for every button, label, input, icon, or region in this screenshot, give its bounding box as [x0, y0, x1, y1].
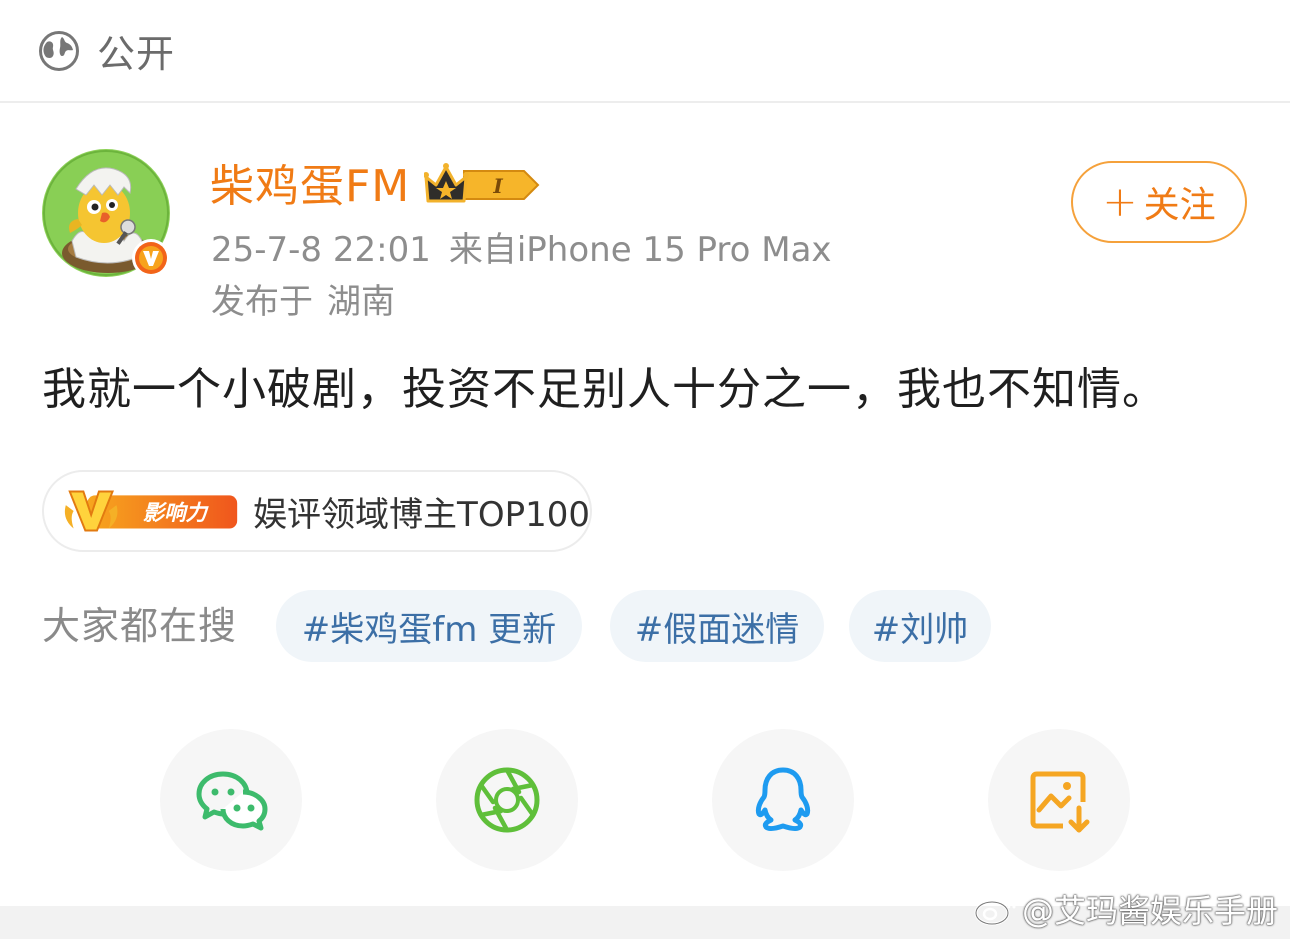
- post-meta: 25-7-8 22:01 来自iPhone 15 Pro Max: [211, 228, 832, 272]
- follow-button[interactable]: + 关注: [1071, 161, 1247, 243]
- post-location: 发布于 湖南: [211, 280, 395, 324]
- follow-button-label: 关注: [1143, 185, 1216, 226]
- share-moments-button[interactable]: [436, 729, 578, 871]
- crown-level-badge-icon[interactable]: I: [424, 163, 540, 207]
- watermark-text: @艾玛酱娱乐手册: [1021, 892, 1278, 930]
- influence-tag[interactable]: 影响力 娱评领域博主TOP100: [42, 470, 592, 552]
- globe-icon: [39, 31, 79, 71]
- user-name[interactable]: 柴鸡蛋FM: [210, 160, 410, 214]
- moments-icon: [474, 767, 540, 833]
- visibility-bar: 公开: [0, 0, 1290, 103]
- plus-icon: +: [1102, 177, 1138, 226]
- post-source: 来自iPhone 15 Pro Max: [448, 230, 832, 270]
- hashtag-chip[interactable]: #假面迷情: [610, 590, 824, 662]
- visibility-label: 公开: [97, 32, 176, 76]
- share-save-image-button[interactable]: [988, 729, 1130, 871]
- hashtag-chip[interactable]: #刘帅: [849, 590, 991, 662]
- watermark: @艾玛酱娱乐手册: [974, 886, 1278, 932]
- post-body: 我就一个小破剧，投资不足别人十分之一，我也不知情。: [42, 364, 1167, 415]
- influence-label: 娱评领域博主TOP100: [253, 494, 590, 535]
- avatar[interactable]: [42, 149, 170, 277]
- hashtag-chip[interactable]: #柴鸡蛋fm 更新: [276, 590, 582, 662]
- svg-text:I: I: [492, 174, 503, 198]
- save-image-icon: [1030, 771, 1090, 833]
- location-prefix: 发布于: [211, 282, 313, 322]
- share-wechat-button[interactable]: [160, 729, 302, 871]
- influence-badge-icon: 影响力: [64, 490, 238, 532]
- qq-icon: [755, 767, 811, 832]
- influence-badge-text: 影响力: [143, 501, 210, 526]
- wechat-icon: [196, 771, 268, 831]
- verified-badge-icon: [132, 239, 170, 277]
- post-timestamp: 25-7-8 22:01: [211, 230, 431, 270]
- location-name: 湖南: [327, 282, 395, 322]
- share-qq-button[interactable]: [712, 729, 854, 871]
- weibo-logo-icon: [974, 895, 1016, 926]
- hot-search-label: 大家都在搜: [42, 604, 238, 648]
